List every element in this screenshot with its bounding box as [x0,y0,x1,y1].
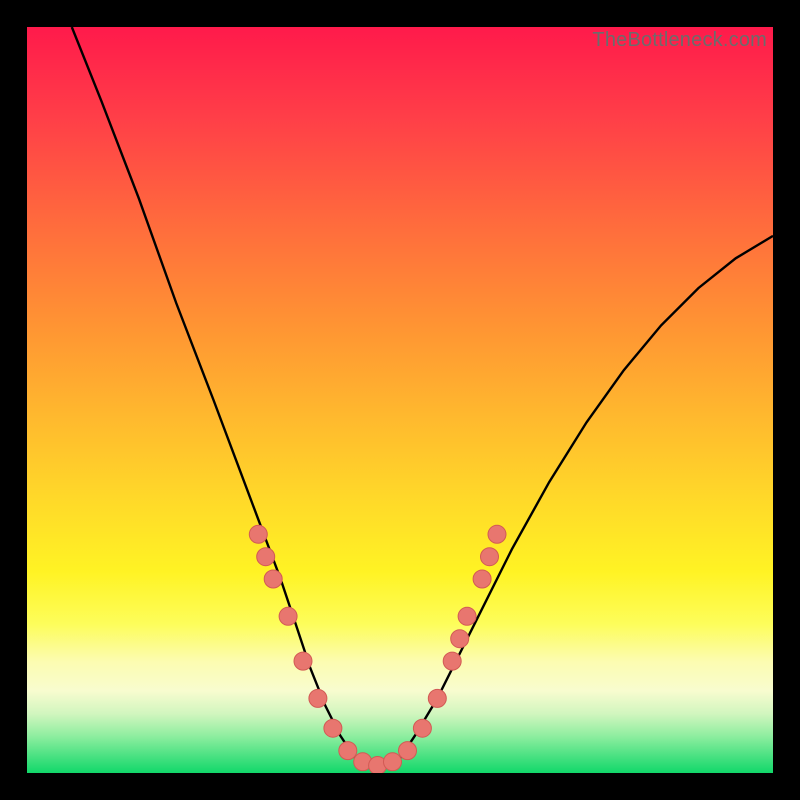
curve-marker [473,570,491,588]
curve-marker [339,742,357,760]
curve-marker [443,652,461,670]
curve-marker [413,719,431,737]
curve-marker [481,548,499,566]
bottleneck-curve [72,27,773,766]
curve-marker [309,689,327,707]
chart-stage: TheBottleneck.com [0,0,800,800]
curve-marker [264,570,282,588]
curve-markers [249,525,506,773]
plot-area: TheBottleneck.com [27,27,773,773]
curve-marker [279,607,297,625]
curve-marker [257,548,275,566]
curve-marker [384,753,402,771]
curve-marker [428,689,446,707]
curve-marker [294,652,312,670]
curve-marker [488,525,506,543]
curve-marker [249,525,267,543]
curve-marker [324,719,342,737]
curve-marker [458,607,476,625]
chart-overlay [27,27,773,773]
curve-marker [399,742,417,760]
curve-marker [451,630,469,648]
